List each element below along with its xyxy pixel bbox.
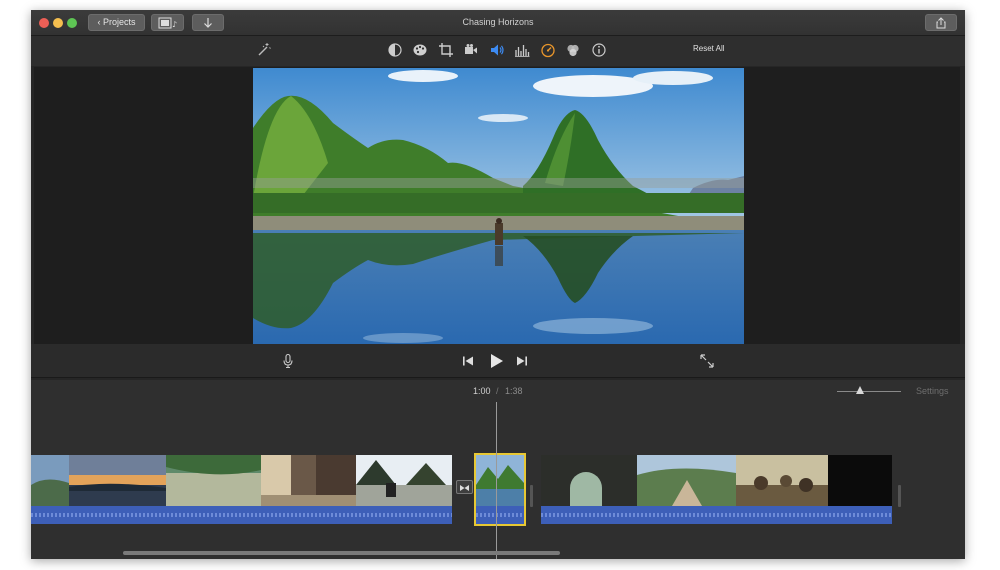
audio-waveform-track[interactable] [31, 506, 452, 524]
clip-group-1[interactable] [31, 455, 452, 524]
stabilization-camera-icon[interactable] [463, 42, 479, 58]
clip-thumbnail[interactable] [356, 455, 452, 506]
share-button[interactable] [925, 14, 957, 31]
magic-wand-icon[interactable] [256, 42, 272, 58]
window-title: Chasing Horizons [462, 17, 534, 27]
settings-button[interactable]: Settings [916, 386, 949, 396]
clip-thumbnail[interactable] [476, 455, 524, 506]
share-icon [936, 17, 946, 29]
transition-icon[interactable] [456, 480, 473, 494]
skip-forward-icon[interactable] [514, 353, 530, 369]
info-icon[interactable] [591, 42, 607, 58]
play-icon[interactable] [487, 352, 505, 370]
clip-filter-icon[interactable] [565, 42, 581, 58]
skip-back-icon[interactable] [460, 353, 476, 369]
title-bar: ‹ Projects ♪ Chasing Horizons [31, 10, 965, 36]
video-viewer [34, 67, 960, 344]
zoom-slider[interactable] [837, 384, 901, 398]
audio-waveform-track[interactable] [541, 506, 892, 524]
clip-thumbnail[interactable] [31, 455, 69, 506]
clip-thumbnail[interactable] [637, 455, 736, 506]
equalizer-icon[interactable] [514, 42, 530, 58]
time-separator: / [496, 386, 499, 396]
color-palette-icon[interactable] [412, 42, 428, 58]
clip-thumbnail[interactable] [828, 455, 892, 506]
clip-thumbnail[interactable] [736, 455, 828, 506]
clip-group-2[interactable] [541, 455, 892, 524]
clip-thumbnail[interactable] [541, 455, 637, 506]
clip-end-handle[interactable] [898, 485, 901, 507]
clip-thumbnail[interactable] [69, 455, 166, 506]
crop-icon[interactable] [438, 42, 454, 58]
clip-trim-handle[interactable] [530, 485, 533, 507]
clip-thumbnail[interactable] [261, 455, 356, 506]
speed-icon[interactable] [540, 42, 556, 58]
total-time: 1:38 [505, 386, 523, 396]
timeline[interactable]: 1:00 / 1:38 Settings [31, 380, 965, 559]
zoom-slider-track [837, 391, 901, 392]
fullscreen-icon[interactable] [699, 353, 715, 369]
microphone-icon[interactable] [280, 353, 296, 369]
color-balance-icon[interactable] [387, 42, 403, 58]
playback-controls-bar [31, 344, 965, 378]
imovie-window: ‹ Projects ♪ Chasing Horizons Reset All … [31, 10, 965, 559]
transition-bowtie-icon [460, 485, 469, 491]
adjustment-toolbar: Reset All [31, 36, 965, 66]
volume-icon[interactable] [489, 42, 505, 58]
clip-thumbnail[interactable] [166, 455, 261, 506]
audio-waveform-track[interactable] [476, 506, 524, 524]
selected-clip[interactable] [474, 453, 526, 526]
reset-all-button[interactable]: Reset All [693, 44, 725, 53]
playhead[interactable] [496, 402, 497, 559]
current-time: 1:00 [473, 386, 491, 396]
video-preview-image [253, 68, 744, 344]
zoom-slider-knob[interactable] [856, 386, 864, 394]
timeline-scrollbar[interactable] [123, 551, 560, 555]
